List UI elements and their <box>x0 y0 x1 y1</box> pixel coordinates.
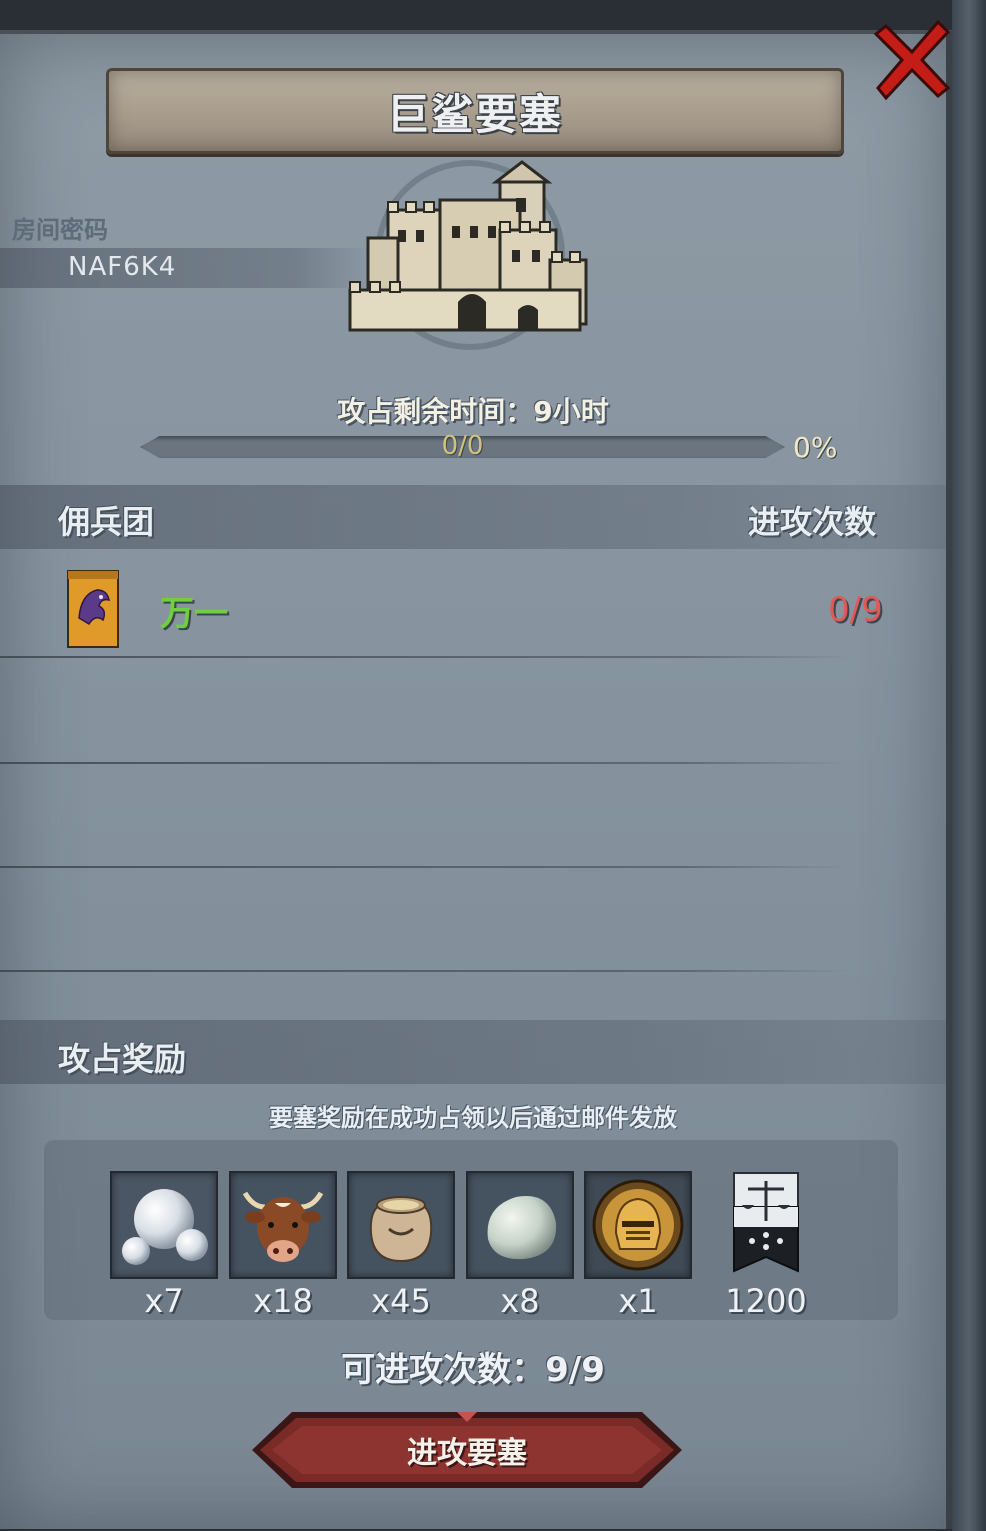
ox-icon <box>242 1191 324 1262</box>
list-divider <box>0 970 850 972</box>
room-code-value: NAF6K4 <box>68 252 177 282</box>
rewards-note: 要塞奖励在成功占领以后通过邮件发放 <box>269 1104 677 1132</box>
reward-qty: x45 <box>371 1282 431 1320</box>
capture-progress-text: 0/0 <box>441 431 484 461</box>
guild-banner-icon <box>67 570 119 648</box>
pearl-icon <box>122 1189 208 1265</box>
reward-qty: 1200 <box>725 1282 807 1320</box>
list-divider <box>0 762 850 764</box>
attack-button-label: 进攻要塞 <box>407 1436 527 1471</box>
reward-qty: x7 <box>144 1282 184 1320</box>
attack-times-header: 进攻次数 <box>748 503 877 541</box>
grain-sack-icon <box>369 1196 433 1263</box>
reward-slot-honor[interactable] <box>730 1171 802 1275</box>
capture-progress-percent: 0% <box>793 431 838 464</box>
reward-qty: x8 <box>500 1282 540 1320</box>
reward-slot-ox[interactable] <box>229 1171 337 1279</box>
capture-countdown: 攻占剩余时间：9小时 <box>337 395 609 428</box>
stone-icon <box>487 1196 557 1260</box>
close-x-icon <box>873 19 951 101</box>
reward-slot-helmet[interactable] <box>584 1171 692 1279</box>
attack-fortress-button[interactable]: 进攻要塞 <box>252 1410 682 1490</box>
background-edge <box>952 0 986 1531</box>
reward-slot-grain[interactable] <box>347 1171 455 1279</box>
available-attack-count: 可进攻次数：9/9 <box>341 1350 605 1390</box>
knight-helmet-icon <box>592 1179 684 1271</box>
list-divider <box>0 866 850 868</box>
title-banner: 巨鲨要塞 <box>106 68 844 154</box>
reward-qty: x1 <box>618 1282 658 1320</box>
reward-slot-stone[interactable] <box>466 1171 574 1279</box>
reward-qty: x18 <box>253 1282 313 1320</box>
room-code-band <box>0 248 370 288</box>
dialog-title: 巨鲨要塞 <box>386 89 563 139</box>
justice-scales-banner-icon <box>733 1172 799 1273</box>
room-code-label: 房间密码 <box>12 216 108 244</box>
list-divider <box>0 656 850 658</box>
close-button[interactable] <box>872 18 954 101</box>
guild-attack-count: 0/9 <box>828 590 883 630</box>
rewards-title: 攻占奖励 <box>58 1040 187 1078</box>
guild-name: 万一 <box>160 594 228 634</box>
mercenary-header-title: 佣兵团 <box>58 503 155 541</box>
castle-icon <box>340 160 600 350</box>
reward-slot-pearl[interactable] <box>110 1171 218 1279</box>
